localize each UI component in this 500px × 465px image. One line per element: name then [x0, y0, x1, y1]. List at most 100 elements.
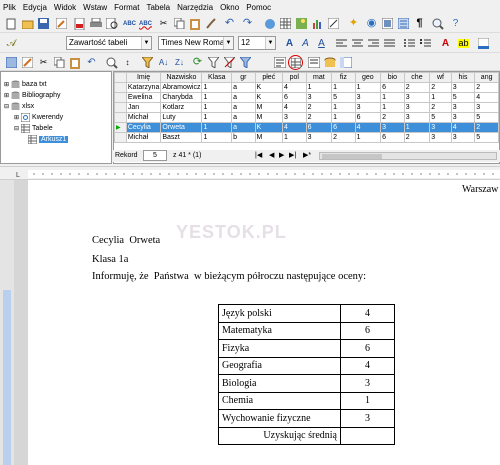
- table-cell[interactable]: 2: [429, 102, 452, 113]
- table-cell[interactable]: 3: [450, 112, 476, 123]
- hyperlink-icon[interactable]: [262, 16, 277, 31]
- align-center-icon[interactable]: [350, 36, 365, 51]
- table-cell[interactable]: K: [254, 122, 284, 133]
- formatting-marks-icon[interactable]: ¶: [412, 16, 427, 31]
- menu-edycja[interactable]: Edycja: [23, 3, 47, 12]
- column-header[interactable]: his: [450, 72, 476, 83]
- table-cell[interactable]: 6: [354, 112, 382, 123]
- table-cell[interactable]: Kotlarz: [160, 102, 203, 113]
- table-cell[interactable]: 3: [403, 92, 431, 103]
- open-icon[interactable]: [20, 16, 35, 31]
- table-cell[interactable]: Katarzyna: [125, 82, 162, 93]
- table-cell[interactable]: Michał: [125, 132, 162, 143]
- grade-cell[interactable]: 4: [340, 356, 395, 375]
- table-cell[interactable]: 4: [282, 102, 307, 113]
- row-selector[interactable]: [114, 132, 127, 143]
- table-cell[interactable]: 1: [331, 112, 356, 123]
- table-row[interactable]: Michał Baszt 1 b M 1 3 2 1 6 2 3 3 5: [114, 132, 499, 143]
- bullets-icon[interactable]: [418, 36, 433, 51]
- table-cell[interactable]: 3: [450, 102, 476, 113]
- table-cell[interactable]: 5: [474, 112, 499, 123]
- row-selector[interactable]: [114, 112, 127, 123]
- column-header[interactable]: wf: [429, 72, 452, 83]
- table-cell[interactable]: 2: [429, 82, 452, 93]
- table-cell[interactable]: 3: [403, 102, 431, 113]
- table-cell[interactable]: 4: [354, 122, 382, 133]
- refresh-icon[interactable]: ⟳: [190, 55, 205, 70]
- table-cell[interactable]: a: [231, 112, 256, 123]
- grade-cell[interactable]: 6: [340, 339, 395, 358]
- table-row[interactable]: ▶ Cecylia Orweta 1 a K 4 6 6 4 3 1 3 4 2: [114, 122, 499, 133]
- subject-cell[interactable]: Fizyka: [218, 339, 341, 358]
- table-cell[interactable]: 6: [331, 122, 356, 133]
- subject-cell[interactable]: Matematyka: [218, 321, 341, 340]
- table-cell[interactable]: 5: [450, 92, 476, 103]
- menu-wstaw[interactable]: Wstaw: [83, 3, 107, 12]
- sort-icon[interactable]: ↕: [120, 55, 135, 70]
- table-cell[interactable]: Ewelina: [125, 92, 162, 103]
- table-cell[interactable]: 1: [380, 92, 405, 103]
- column-header[interactable]: pol: [282, 72, 307, 83]
- table-cell[interactable]: K: [254, 92, 284, 103]
- undo-record-icon[interactable]: ↶: [84, 55, 99, 70]
- table-cell[interactable]: 5: [474, 132, 499, 143]
- draw-functions-icon[interactable]: [326, 16, 341, 31]
- column-header[interactable]: gr: [231, 72, 256, 83]
- subject-cell[interactable]: Geografia: [218, 356, 341, 375]
- clone-format-icon[interactable]: [204, 16, 219, 31]
- underline-icon[interactable]: A: [314, 36, 329, 51]
- table-cell[interactable]: Charybda: [160, 92, 203, 103]
- grade-cell[interactable]: 3: [340, 409, 395, 428]
- table-row[interactable]: Michał Luty 1 a M 3 2 1 6 2 3 5 3 5: [114, 112, 499, 123]
- redo-icon[interactable]: ↷: [240, 16, 255, 31]
- column-header[interactable]: bio: [380, 72, 405, 83]
- table-cell[interactable]: 1: [380, 102, 405, 113]
- average-label-cell[interactable]: Uzyskując średnią: [218, 426, 341, 445]
- zoom-icon[interactable]: [430, 16, 445, 31]
- bold-icon[interactable]: A: [282, 36, 297, 51]
- table-cell[interactable]: 1: [354, 82, 382, 93]
- insert-table-icon[interactable]: [278, 16, 293, 31]
- first-record-icon[interactable]: |◀: [255, 151, 262, 159]
- table-cell[interactable]: 1: [305, 82, 333, 93]
- font-size-select[interactable]: 12 ▼: [238, 36, 276, 50]
- table-cell[interactable]: 4: [282, 82, 307, 93]
- table-cell[interactable]: 6: [380, 132, 405, 143]
- table-cell[interactable]: 3: [429, 132, 452, 143]
- tree-item-kwerendy[interactable]: ⊞ Kwerendy: [14, 113, 63, 122]
- next-record-icon[interactable]: ▶: [279, 151, 284, 159]
- table-cell[interactable]: 3: [282, 112, 307, 123]
- table-cell[interactable]: 3: [474, 102, 499, 113]
- standard-filter-icon[interactable]: [206, 55, 221, 70]
- table-cell[interactable]: 1: [201, 102, 233, 113]
- find-record-icon[interactable]: [104, 55, 119, 70]
- row-selector[interactable]: [114, 92, 127, 103]
- tree-item-arkusz1[interactable]: Arkusz1: [28, 135, 69, 144]
- cut-record-icon[interactable]: ✂: [36, 55, 51, 70]
- autofilter-icon[interactable]: [140, 55, 155, 70]
- table-row[interactable]: Katarzyna Abramowicz 1 a K 4 1 1 1 6 2 2 3 2: [114, 82, 499, 93]
- subject-cell[interactable]: Wychowanie fizyczne: [218, 409, 341, 428]
- new-doc-icon[interactable]: [4, 16, 19, 31]
- data-source-icon[interactable]: [322, 55, 337, 70]
- table-cell[interactable]: 1: [429, 92, 452, 103]
- menu-format[interactable]: Format: [114, 3, 139, 12]
- table-cell[interactable]: 6: [380, 82, 405, 93]
- row-selector[interactable]: [114, 102, 127, 113]
- table-cell[interactable]: 5: [331, 92, 356, 103]
- edit-data-icon[interactable]: [20, 55, 35, 70]
- background-color-icon[interactable]: [476, 36, 491, 51]
- grade-cell[interactable]: 6: [340, 321, 395, 340]
- pdf-icon[interactable]: [72, 16, 87, 31]
- font-name-select[interactable]: Times New Roman ▼: [158, 36, 234, 50]
- chart-icon[interactable]: [310, 16, 325, 31]
- grade-cell[interactable]: 1: [340, 391, 395, 410]
- column-header[interactable]: geo: [354, 72, 382, 83]
- table-cell[interactable]: Orweta: [160, 122, 203, 133]
- grade-cell[interactable]: 3: [340, 374, 395, 393]
- tree-item-tabele[interactable]: ⊟ Tabele: [14, 124, 53, 133]
- table-cell[interactable]: 2: [403, 82, 431, 93]
- table-cell[interactable]: 6: [305, 122, 333, 133]
- help-icon[interactable]: ?: [448, 16, 463, 31]
- horizontal-scrollbar[interactable]: [319, 152, 497, 160]
